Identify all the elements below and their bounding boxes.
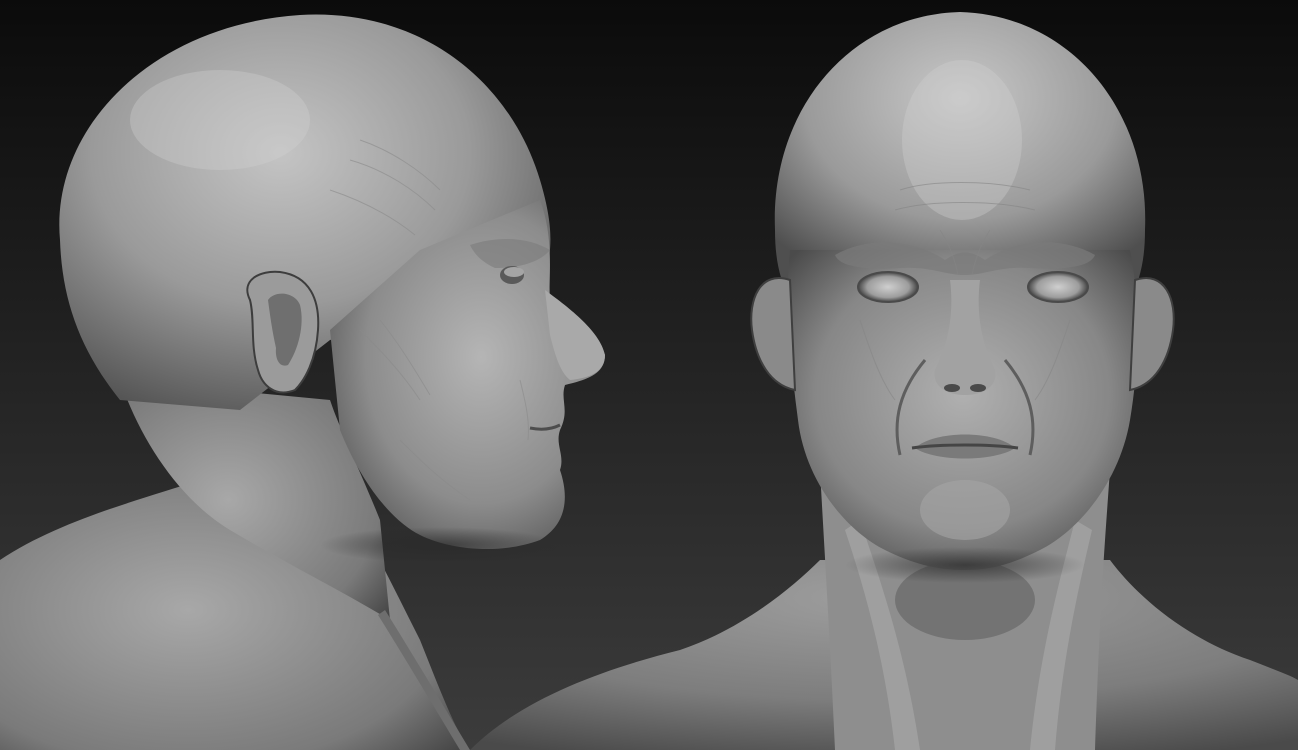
sculpt-viewport[interactable]	[0, 0, 1298, 750]
front-forehead-highlight	[902, 60, 1022, 220]
side-jaw-shadow	[320, 527, 560, 563]
front-nostril-left	[944, 384, 960, 392]
side-eye-lid	[504, 267, 524, 277]
front-eye-right	[1027, 271, 1089, 303]
side-skull-highlight	[130, 70, 310, 170]
front-eye-left	[857, 271, 919, 303]
front-nostril-right	[970, 384, 986, 392]
front-chin	[920, 480, 1010, 540]
sculpt-render	[0, 0, 1298, 750]
front-jaw-shadow	[845, 547, 1085, 583]
